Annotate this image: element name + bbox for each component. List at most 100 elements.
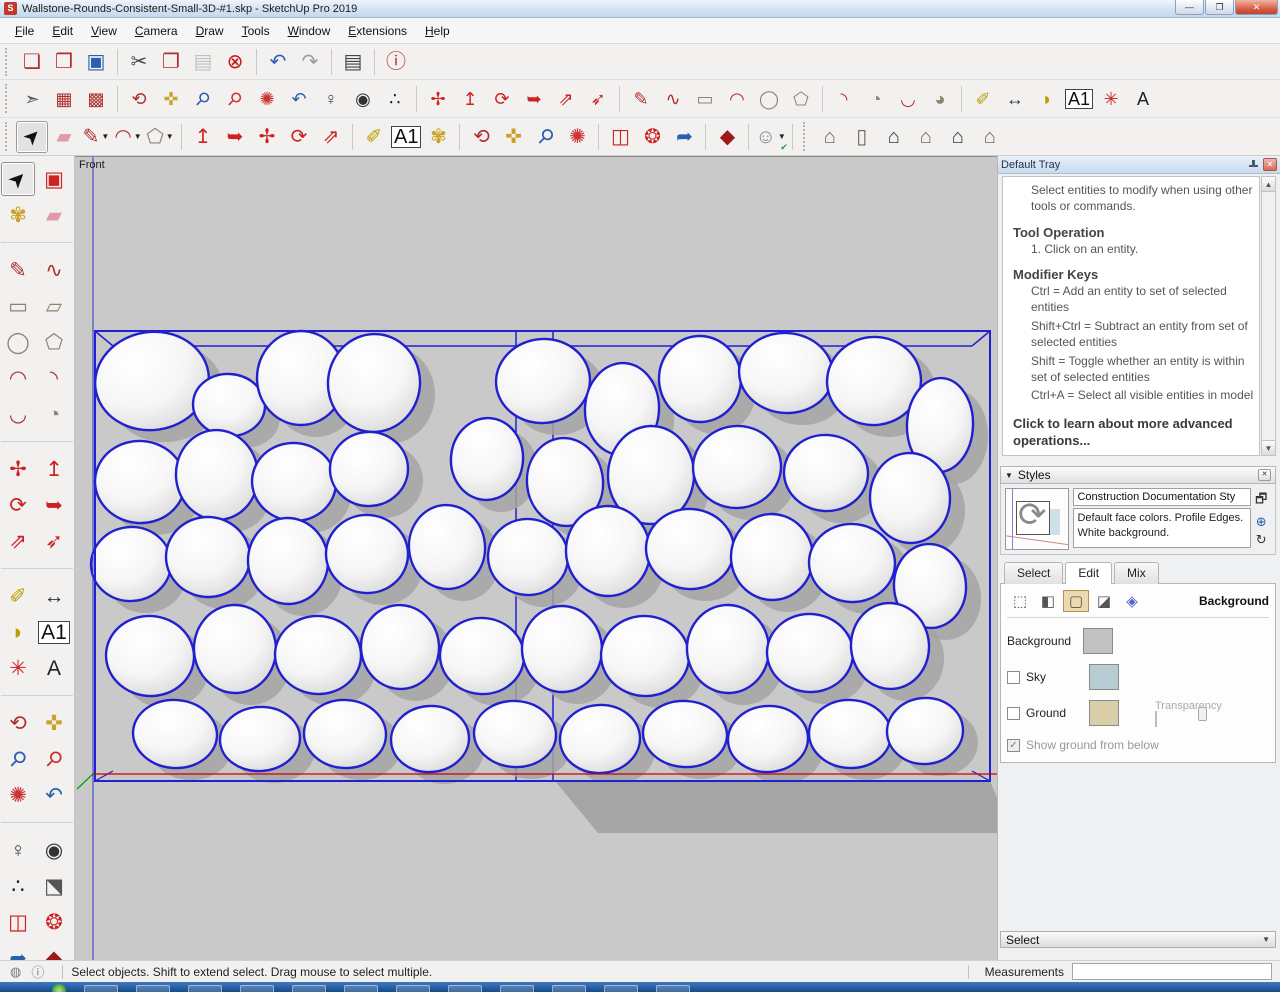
create-new-style-icon[interactable]: ⊕ bbox=[1256, 514, 1267, 530]
view-top-button[interactable]: ▯ bbox=[846, 121, 878, 153]
styles-panel-header[interactable]: ▼ Styles ✕ bbox=[1000, 466, 1276, 484]
taskbar-button[interactable] bbox=[552, 985, 586, 992]
style-thumbnail[interactable]: ⟳ bbox=[1005, 488, 1070, 550]
line-dropdown-icon[interactable]: ▼ bbox=[101, 132, 109, 141]
menu-draw[interactable]: Draw bbox=[187, 20, 233, 42]
start-orb-icon[interactable] bbox=[52, 984, 66, 992]
zoom-tool-button[interactable]: ⚲ bbox=[1, 742, 35, 776]
three-d-text-button[interactable]: A bbox=[1127, 83, 1159, 115]
pie-tool-button[interactable]: ◔ bbox=[37, 397, 71, 431]
push-pull-button[interactable]: ↥ bbox=[187, 121, 219, 153]
close-button[interactable]: ✕ bbox=[1235, 0, 1278, 15]
sky-color-swatch[interactable] bbox=[1089, 664, 1119, 690]
follow-me-tool-button[interactable]: ➥ bbox=[37, 488, 71, 522]
cut-button[interactable]: ✂ bbox=[123, 46, 155, 78]
arc-dropdown-icon[interactable]: ▼ bbox=[134, 132, 142, 141]
face-settings-icon[interactable]: ◧ bbox=[1035, 590, 1061, 612]
freehand-button[interactable]: ∿ bbox=[657, 83, 689, 115]
taskbar-button[interactable] bbox=[448, 985, 482, 992]
zoom-window-button[interactable]: ⚲ bbox=[219, 83, 251, 115]
model-canvas[interactable] bbox=[75, 157, 997, 961]
paste-button[interactable]: ▤ bbox=[187, 46, 219, 78]
pie-button[interactable]: ◔ bbox=[860, 83, 892, 115]
view-back-button[interactable]: ⌂ bbox=[942, 121, 974, 153]
position-texture-button[interactable]: ▦ bbox=[48, 83, 80, 115]
walk-button[interactable]: ∴ bbox=[379, 83, 411, 115]
dimension-button[interactable]: ↔ bbox=[999, 83, 1031, 115]
taskbar-button[interactable] bbox=[656, 985, 690, 992]
three-point-arc-tool-button[interactable]: ◡ bbox=[1, 397, 35, 431]
zoom-previous-tool-button[interactable]: ↶ bbox=[37, 778, 71, 812]
minimize-button[interactable]: — bbox=[1175, 0, 1204, 15]
open-file-button[interactable]: ❒ bbox=[48, 46, 80, 78]
background-color-swatch[interactable] bbox=[1083, 628, 1113, 654]
model-info-button[interactable]: ⓘ bbox=[380, 46, 412, 78]
styles-close-icon[interactable]: ✕ bbox=[1258, 469, 1271, 481]
ground-checkbox[interactable] bbox=[1007, 706, 1020, 720]
zoom-previous-button[interactable]: ↶ bbox=[283, 83, 315, 115]
taskbar-button[interactable] bbox=[84, 985, 118, 992]
move-button[interactable]: ✢ bbox=[422, 83, 454, 115]
tape-measure-button[interactable]: ✐ bbox=[967, 83, 999, 115]
tape-measure-tool-button[interactable]: ✐ bbox=[1, 579, 35, 613]
protractor-tool-button[interactable]: ◗ bbox=[1, 615, 35, 649]
select-panel-collapsed[interactable]: Select ▼ bbox=[1000, 931, 1276, 948]
scroll-up-icon[interactable]: ▲ bbox=[1262, 177, 1275, 192]
shapes-button[interactable]: ⬠ ▼ bbox=[144, 121, 176, 153]
circle-button[interactable]: ◯ bbox=[753, 83, 785, 115]
zoom-button[interactable]: ⚲ bbox=[187, 83, 219, 115]
arc-button[interactable]: ◠ bbox=[721, 83, 753, 115]
section-plane-tool-button[interactable]: ⬔ bbox=[37, 869, 71, 903]
move-button[interactable]: ✢ bbox=[251, 121, 283, 153]
two-point-arc-tool-button[interactable]: ◝ bbox=[37, 361, 71, 395]
tape-measure-button[interactable]: ✐ bbox=[358, 121, 390, 153]
freehand-tool-button[interactable]: ∿ bbox=[37, 253, 71, 287]
position-camera-button[interactable]: ♀ bbox=[315, 83, 347, 115]
menu-extensions[interactable]: Extensions bbox=[339, 20, 416, 42]
offset-tool-button[interactable]: ➶ bbox=[37, 524, 71, 558]
save-file-button[interactable]: ▣ bbox=[80, 46, 112, 78]
eraser-tool-button[interactable]: ▰ bbox=[37, 198, 71, 232]
taskbar-button[interactable] bbox=[136, 985, 170, 992]
taskbar-button[interactable] bbox=[188, 985, 222, 992]
extension-warehouse-tool-button[interactable]: ❂ bbox=[37, 905, 71, 939]
eraser-button[interactable]: ▰ bbox=[48, 121, 80, 153]
orbit-tool-button[interactable]: ⟲ bbox=[1, 706, 35, 740]
restore-button[interactable]: ❐ bbox=[1205, 0, 1234, 15]
circle-tool-button[interactable]: ◯ bbox=[1, 325, 35, 359]
view-left-button[interactable]: ⌂ bbox=[974, 121, 1006, 153]
axes-button[interactable]: ✳ bbox=[1095, 83, 1127, 115]
zoom-window-tool-button[interactable]: ⚲ bbox=[37, 742, 71, 776]
import-texture-button[interactable]: ▩ bbox=[80, 83, 112, 115]
tab-select[interactable]: Select bbox=[1004, 562, 1064, 584]
style-name-input[interactable] bbox=[1073, 488, 1252, 506]
sign-in-button[interactable]: ☺ ✔ ▼ bbox=[754, 121, 787, 153]
arc-button[interactable]: ◠ ▼ bbox=[112, 121, 144, 153]
toolbar-grip[interactable] bbox=[5, 47, 13, 76]
tab-mix[interactable]: Mix bbox=[1114, 562, 1159, 584]
rotate-tool-button[interactable]: ⟳ bbox=[1, 488, 35, 522]
follow-me-button[interactable]: ➥ bbox=[518, 83, 550, 115]
taskbar-button[interactable] bbox=[396, 985, 430, 992]
protractor-button[interactable]: ◗ bbox=[1031, 83, 1063, 115]
ground-color-swatch[interactable] bbox=[1089, 700, 1119, 726]
rotate-button[interactable]: ⟳ bbox=[283, 121, 315, 153]
dimension-tool-button[interactable]: ↔ bbox=[37, 579, 71, 613]
zoom-extents-button[interactable]: ✺ bbox=[561, 121, 593, 153]
arc-tool-button[interactable]: ◠ bbox=[1, 361, 35, 395]
tray-header[interactable]: Default Tray ✕ bbox=[998, 156, 1280, 174]
edge-settings-icon[interactable]: ⬚ bbox=[1007, 590, 1033, 612]
menu-edit[interactable]: Edit bbox=[43, 20, 82, 42]
text-button[interactable]: A1 bbox=[1063, 83, 1095, 115]
rectangle-tool-button[interactable]: ▭ bbox=[1, 289, 35, 323]
pan-button[interactable]: ✜ bbox=[155, 83, 187, 115]
windows-taskbar[interactable] bbox=[0, 982, 1280, 992]
sign-in-dropdown-icon[interactable]: ▼ bbox=[778, 132, 786, 141]
menu-camera[interactable]: Camera bbox=[126, 20, 187, 42]
menu-help[interactable]: Help bbox=[416, 20, 459, 42]
polygon-tool-button[interactable]: ⬠ bbox=[37, 325, 71, 359]
position-camera-tool-button[interactable]: ♀ bbox=[1, 833, 35, 867]
instructor-scrollbar[interactable]: ▲ ▼ bbox=[1261, 176, 1276, 456]
taskbar-button[interactable] bbox=[500, 985, 534, 992]
pin-icon[interactable] bbox=[1248, 159, 1259, 170]
